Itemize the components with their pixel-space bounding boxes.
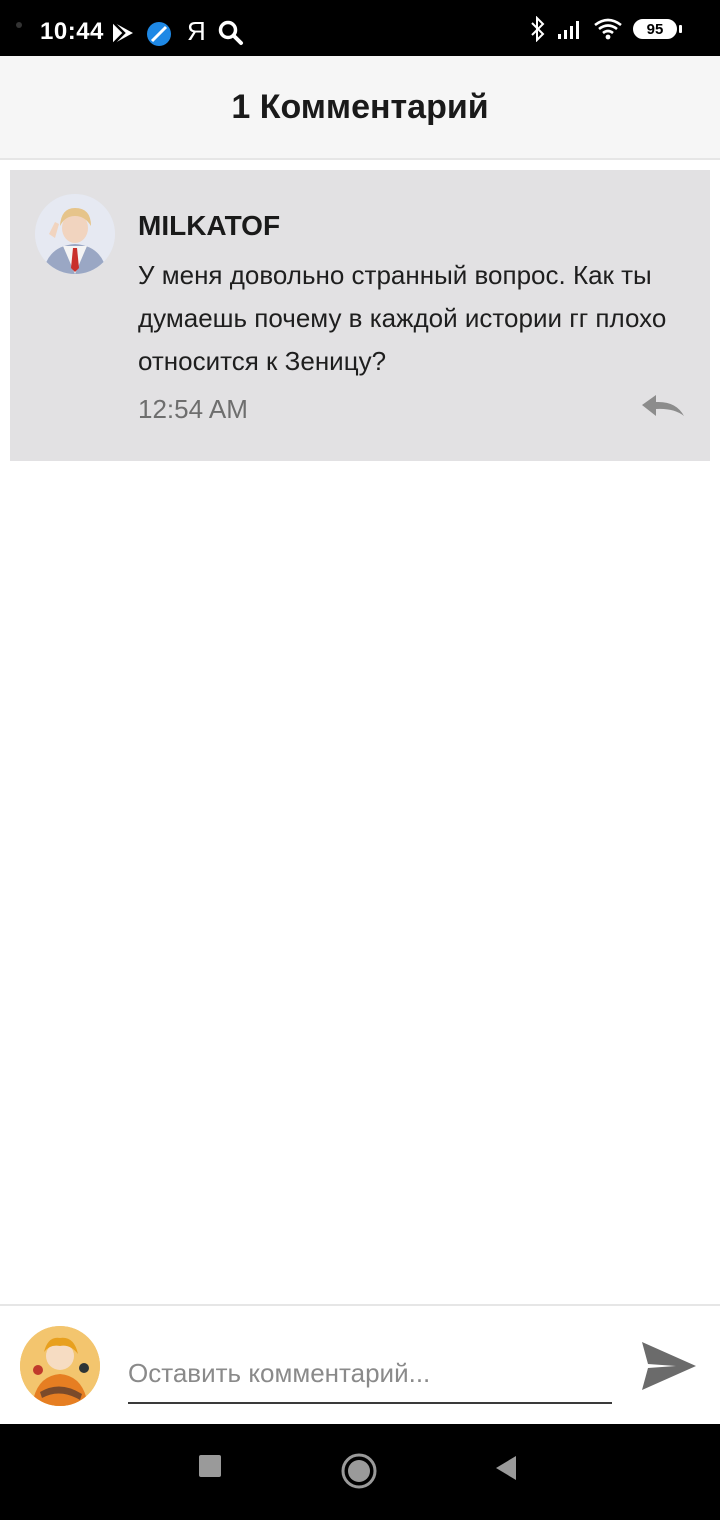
yandex-icon: Я [187, 16, 206, 46]
comment-input[interactable] [128, 1344, 612, 1404]
comments-header: 1 Комментарий [0, 56, 720, 160]
recents-square-icon[interactable] [198, 1454, 222, 1478]
battery-icon: 95 [633, 19, 682, 39]
signal-icon [558, 21, 579, 39]
send-icon[interactable] [640, 1338, 698, 1394]
comment-time: 12:54 AM [138, 394, 248, 424]
status-bar: 10:44 Я 95 [0, 0, 720, 56]
comment-text: У меня довольно странный вопрос. Как ты … [138, 260, 667, 376]
page-title: 1 Комментарий [231, 87, 489, 126]
play-store-icon [112, 21, 133, 45]
comment-item: MILKATOF У меня довольно странный вопрос… [10, 170, 710, 461]
commenter-avatar[interactable] [35, 194, 115, 274]
battery-level: 95 [633, 19, 677, 39]
system-nav-bar [0, 1424, 720, 1520]
wifi-icon [594, 18, 622, 40]
bluetooth-icon [531, 16, 545, 42]
back-triangle-icon[interactable] [494, 1454, 518, 1482]
home-circle-icon[interactable] [340, 1452, 378, 1490]
avatar-photo [35, 194, 115, 274]
user-avatar[interactable] [20, 1326, 100, 1406]
status-time: 10:44 [40, 18, 104, 45]
browser-icon [147, 22, 171, 46]
comment-username[interactable]: MILKATOF [138, 210, 280, 242]
comment-composer [0, 1304, 720, 1426]
search-icon [218, 20, 243, 45]
user-avatar-image [20, 1326, 100, 1406]
reply-icon[interactable] [640, 392, 686, 422]
front-camera [16, 22, 22, 28]
